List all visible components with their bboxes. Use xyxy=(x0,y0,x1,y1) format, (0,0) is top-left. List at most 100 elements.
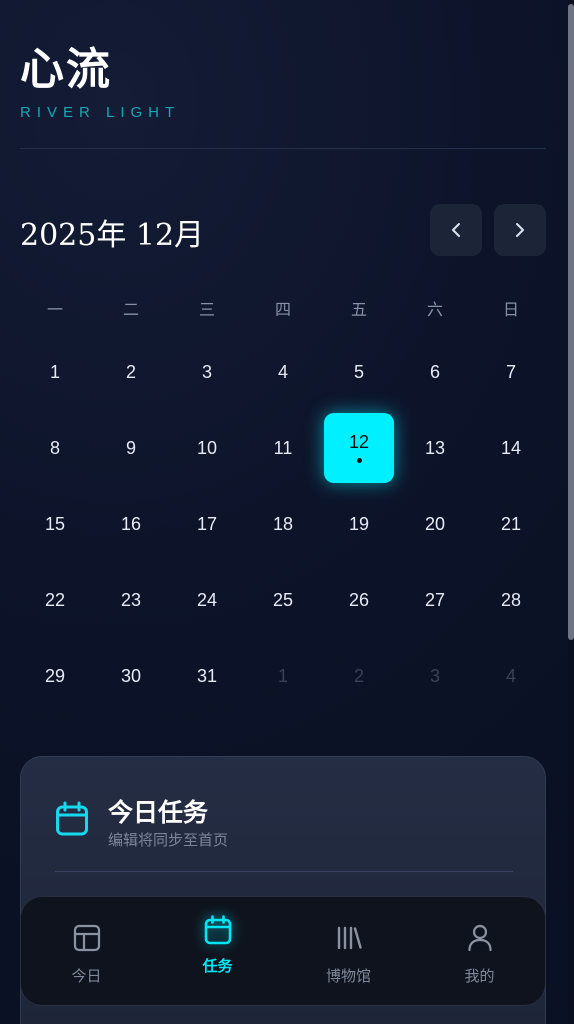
calendar-day-selected[interactable]: 12 xyxy=(321,410,397,486)
calendar-day[interactable]: 21 xyxy=(473,486,549,562)
user-icon xyxy=(467,923,493,953)
tab-museum[interactable]: 博物馆 xyxy=(283,897,414,1005)
scrollbar-track[interactable] xyxy=(568,0,574,1024)
day-number: 5 xyxy=(353,361,364,382)
day-number: 1 xyxy=(49,361,60,382)
calendar-day[interactable]: 8 xyxy=(17,410,93,486)
calendar-day[interactable]: 9 xyxy=(93,410,169,486)
calendar-day[interactable]: 10 xyxy=(169,410,245,486)
calendar-day[interactable]: 11 xyxy=(245,410,321,486)
day-number: 3 xyxy=(429,665,440,686)
day-number: 6 xyxy=(429,361,440,382)
calendar-day[interactable]: 16 xyxy=(93,486,169,562)
calendar-day[interactable]: 28 xyxy=(473,562,549,638)
calendar-day[interactable]: 3 xyxy=(169,334,245,410)
calendar-day[interactable]: 26 xyxy=(321,562,397,638)
task-indicator-dot xyxy=(357,458,362,463)
day-number: 24 xyxy=(196,589,218,610)
calendar-day[interactable]: 18 xyxy=(245,486,321,562)
day-number: 2 xyxy=(125,361,136,382)
day-number: 4 xyxy=(505,665,516,686)
day-number: 13 xyxy=(424,437,446,458)
day-number: 23 xyxy=(120,589,142,610)
day-number: 30 xyxy=(120,665,142,686)
library-icon xyxy=(335,923,363,953)
day-number: 14 xyxy=(500,437,522,458)
scrollbar-thumb[interactable] xyxy=(568,4,574,640)
calendar-day-outside[interactable]: 2 xyxy=(321,638,397,714)
day-number: 17 xyxy=(196,513,218,534)
day-number: 20 xyxy=(424,513,446,534)
tab-label: 今日 xyxy=(71,967,102,985)
day-number: 22 xyxy=(44,589,66,610)
calendar-day[interactable]: 5 xyxy=(321,334,397,410)
next-month-button[interactable] xyxy=(494,204,546,256)
tab-label: 博物馆 xyxy=(325,967,371,985)
month-title: 2025年 12月 xyxy=(20,218,205,253)
task-card-subtitle: 编辑将同步至首页 xyxy=(108,831,229,849)
calendar-day[interactable]: 30 xyxy=(93,638,169,714)
task-card-divider xyxy=(55,871,513,872)
layout-icon xyxy=(73,923,101,953)
day-number: 31 xyxy=(196,665,218,686)
header-divider xyxy=(20,148,546,149)
tab-today[interactable]: 今日 xyxy=(21,897,152,1005)
calendar-icon xyxy=(204,915,232,945)
tab-label: 我的 xyxy=(464,967,495,985)
calendar-day[interactable]: 13 xyxy=(397,410,473,486)
day-number: 16 xyxy=(120,513,142,534)
task-card-title: 今日任务 xyxy=(108,798,209,827)
day-number: 11 xyxy=(273,437,293,458)
day-number: 3 xyxy=(201,361,212,382)
day-number: 2 xyxy=(353,665,364,686)
day-number: 19 xyxy=(348,513,370,534)
day-number: 27 xyxy=(424,589,446,610)
calendar-day[interactable]: 17 xyxy=(169,486,245,562)
calendar-day[interactable]: 7 xyxy=(473,334,549,410)
app-subtitle: RIVER LIGHT xyxy=(20,104,181,121)
day-number: 1 xyxy=(277,665,288,686)
calendar-day[interactable]: 25 xyxy=(245,562,321,638)
calendar-day-outside[interactable]: 4 xyxy=(473,638,549,714)
calendar-day-outside[interactable]: 3 xyxy=(397,638,473,714)
bottom-tab-bar: 今日 任务 博物馆 我的 xyxy=(20,896,546,1006)
calendar-day-outside[interactable]: 1 xyxy=(245,638,321,714)
chevron-right-icon xyxy=(516,223,524,237)
day-number: 29 xyxy=(44,665,66,686)
tab-tasks[interactable]: 任务 xyxy=(152,897,283,1005)
app-screen: 心流 RIVER LIGHT 2025年 12月 一二三四五六日 1234567… xyxy=(0,0,574,1024)
prev-month-button[interactable] xyxy=(430,204,482,256)
calendar-day[interactable]: 27 xyxy=(397,562,473,638)
weekday-label: 四 xyxy=(274,300,291,319)
calendar-day[interactable]: 6 xyxy=(397,334,473,410)
calendar-day[interactable]: 29 xyxy=(17,638,93,714)
app-title: 心流 xyxy=(20,44,112,95)
day-number: 15 xyxy=(44,513,66,534)
weekday-label: 五 xyxy=(350,300,367,319)
weekday-label: 三 xyxy=(198,300,215,319)
day-number: 26 xyxy=(348,589,370,610)
calendar-grid: 1 2 3 4 5 6 7 8 9 10 11 12 13 14 15 16 17 18 19 20 21 22 23 24 2… xyxy=(17,334,549,714)
calendar-day[interactable]: 19 xyxy=(321,486,397,562)
day-number: 18 xyxy=(272,513,294,534)
tab-label: 任务 xyxy=(202,957,233,975)
weekday-header: 一二三四五六日 xyxy=(17,296,549,324)
tab-me[interactable]: 我的 xyxy=(414,897,545,1005)
day-number: 8 xyxy=(49,437,60,458)
day-number: 7 xyxy=(505,361,516,382)
calendar-day[interactable]: 1 xyxy=(17,334,93,410)
weekday-label: 日 xyxy=(502,300,519,319)
calendar-day[interactable]: 23 xyxy=(93,562,169,638)
calendar-day[interactable]: 24 xyxy=(169,562,245,638)
day-number: 28 xyxy=(500,589,522,610)
calendar-day[interactable]: 20 xyxy=(397,486,473,562)
calendar-day[interactable]: 4 xyxy=(245,334,321,410)
calendar-day[interactable]: 15 xyxy=(17,486,93,562)
day-number: 21 xyxy=(500,513,522,534)
calendar-day[interactable]: 22 xyxy=(17,562,93,638)
calendar-day[interactable]: 14 xyxy=(473,410,549,486)
calendar-day[interactable]: 31 xyxy=(169,638,245,714)
day-number: 10 xyxy=(196,437,218,458)
day-number: 12 xyxy=(348,431,370,452)
calendar-day[interactable]: 2 xyxy=(93,334,169,410)
